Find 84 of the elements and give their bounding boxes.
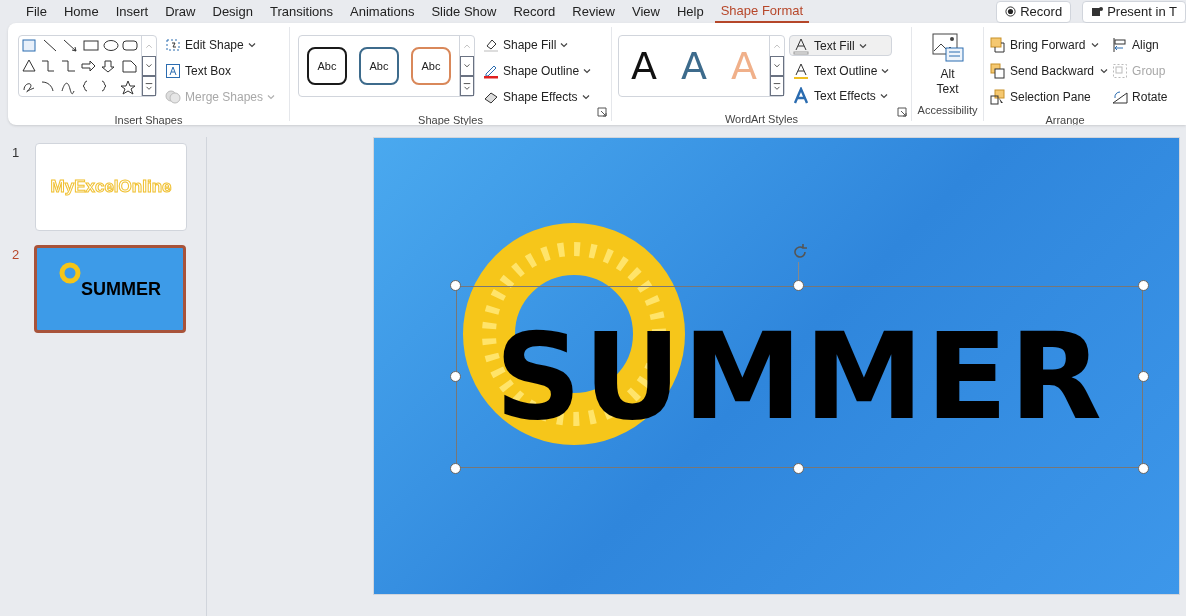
caret-icon [879,91,888,100]
group-icon [1112,63,1129,79]
slide-number: 1 [12,144,21,162]
caret-icon [881,66,890,75]
slide-number: 2 [12,246,21,264]
record-button[interactable]: Record [996,0,1072,23]
caret-icon [583,67,592,75]
present-button[interactable]: Present in T [1082,0,1186,23]
ribbon-tab[interactable]: Transitions [263,0,340,23]
group-label: Accessibility [917,104,978,116]
image-text-icon [931,33,964,63]
ribbon-tab[interactable]: Review [566,0,621,23]
resize-handle[interactable] [450,371,461,382]
resize-handle[interactable] [450,280,461,291]
slide-title-text: SUMMER [81,277,161,301]
caret-icon [858,41,867,50]
ribbon-tab[interactable]: Home [57,0,105,23]
wordart-preset[interactable]: A [681,47,707,85]
caret-icon [247,41,256,49]
rotate-icon [1112,89,1129,105]
record-icon [1005,6,1017,17]
text-outline-icon [792,61,810,80]
text-fill-icon [792,36,810,55]
selection-pane-button[interactable]: Selection Pane [990,87,1109,107]
text-box-button[interactable]: Text Box [165,61,276,81]
caret-icon [1100,67,1109,75]
group-label: WordArt Styles [724,113,799,125]
shape-effects-button[interactable]: Shape Effects [483,87,592,107]
resize-handle[interactable] [450,463,461,474]
bring-forward-icon [990,37,1006,53]
scroll-down-icon[interactable] [770,55,784,76]
scroll-down-icon[interactable] [142,55,156,76]
shapes-gallery[interactable] [18,35,157,97]
wordart-preset[interactable]: A [631,47,657,85]
ribbon-tab[interactable]: Record [507,0,562,23]
ribbon-tab[interactable]: View [626,0,666,23]
expand-gallery-icon[interactable] [142,75,156,96]
shape-fill-button[interactable]: Shape Fill [483,35,592,55]
text-outline-button[interactable]: Text Outline [789,60,893,81]
rotate-button[interactable]: Rotate [1112,87,1168,107]
caret-icon [1091,41,1100,49]
merge-shapes-icon [165,89,181,105]
pencil-icon [483,63,499,79]
edit-shape-icon [165,37,181,53]
resize-handle[interactable] [1138,371,1149,382]
ribbon-tab[interactable]: Insert [109,0,155,23]
slide-title-text: MyExcelOnline [50,176,172,199]
bring-forward-button[interactable]: Bring Forward [990,35,1109,55]
align-button[interactable]: Align [1112,35,1168,55]
paint-bucket-icon [483,37,499,53]
expand-gallery-icon[interactable] [770,75,784,96]
ribbon-tab[interactable]: Help [670,0,710,23]
shape-outline-button[interactable]: Shape Outline [483,61,592,81]
send-backward-button[interactable]: Send Backward [990,61,1109,81]
ribbon-tab[interactable]: File [20,0,53,23]
dialog-launcher-icon[interactable] [897,107,907,117]
ribbon-tab[interactable]: Draw [159,0,202,23]
scroll-down-icon[interactable] [460,55,474,76]
ribbon-tab[interactable]: Animations [344,0,421,23]
float-ring-icon [59,261,81,284]
send-backward-icon [990,63,1006,79]
ribbon-tab[interactable]: Slide Show [425,0,503,23]
dialog-launcher-icon[interactable] [597,107,607,117]
resize-handle[interactable] [1138,280,1149,291]
text-effects-button[interactable]: Text Effects [789,85,893,106]
resize-handle[interactable] [1138,463,1149,474]
shape-style-preset[interactable]: Abc [359,47,399,85]
expand-gallery-icon[interactable] [460,75,474,96]
caret-icon [560,41,569,49]
align-icon [1112,37,1129,53]
ribbon-tab[interactable]: Design [206,0,259,23]
caret-icon [267,93,276,101]
slide-thumbnail[interactable]: SUMMER [34,245,186,333]
caret-icon [581,93,590,101]
shape-style-preset[interactable]: Abc [307,47,347,85]
text-effects-icon [792,86,810,105]
resize-handle[interactable] [793,280,804,291]
resize-handle[interactable] [793,463,804,474]
text-box-icon [165,63,181,79]
alt-text-button[interactable]: Alt Text [931,27,964,97]
selection-pane-icon [990,89,1006,105]
shape-style-preset[interactable]: Abc [411,47,451,85]
text-fill-button[interactable]: Text Fill [789,35,893,56]
edit-shape-button[interactable]: Edit Shape [165,35,276,55]
